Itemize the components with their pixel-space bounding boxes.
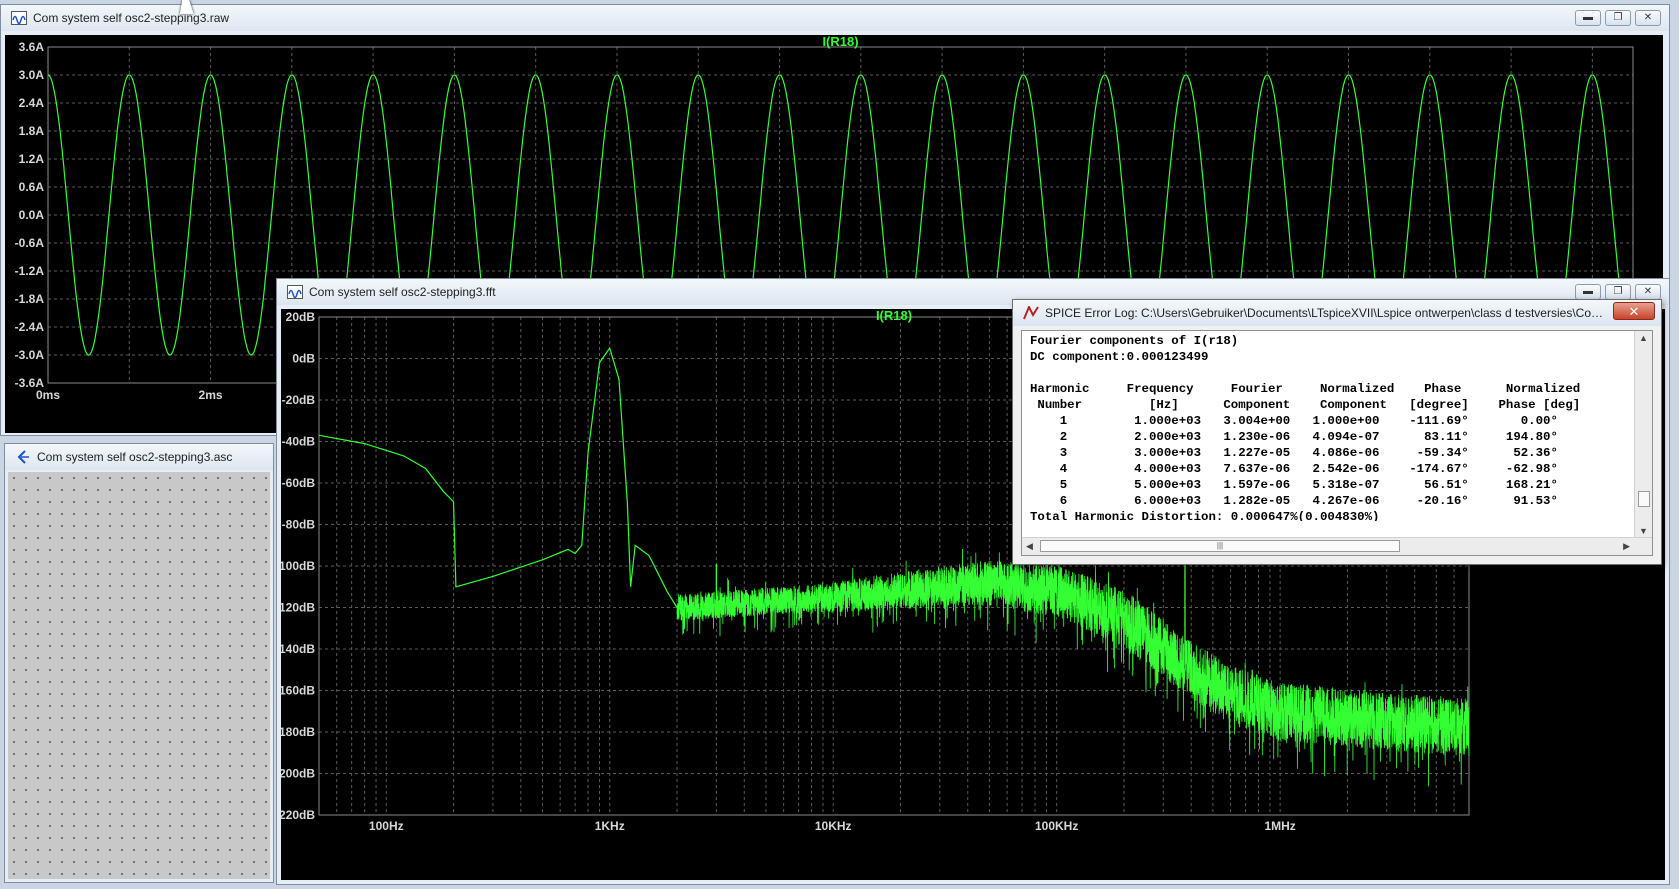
y-tick-label: -20dB [282, 393, 316, 407]
y-tick-label: -220dB [281, 808, 315, 822]
log-line: 1 1.000e+03 3.004e+00 1.000e+00 -111.69°… [1030, 414, 1558, 428]
y-tick-label: 0.6A [19, 180, 45, 194]
scroll-down-arrow-icon[interactable]: ▼ [1639, 526, 1648, 536]
error-log-titlebar[interactable]: SPICE Error Log: C:\Users\Gebruiker\Docu… [1013, 300, 1661, 326]
schematic-app-icon [17, 450, 29, 464]
y-tick-label: -1.8A [15, 292, 45, 306]
x-tick-label: 100Hz [369, 819, 404, 833]
log-line: 5 5.000e+03 1.597e-06 5.318e-07 56.51° 1… [1030, 478, 1558, 492]
y-tick-label: 0dB [292, 352, 315, 366]
y-tick-label: 3.6A [19, 40, 45, 54]
schematic-window-title: Com system self osc2-stepping3.asc [37, 450, 233, 464]
y-tick-label: 20dB [286, 310, 316, 324]
scroll-left-arrow-icon[interactable]: ◀ [1026, 541, 1033, 552]
log-line: Total Harmonic Distortion: 0.000647%(0.0… [1030, 510, 1380, 521]
log-line: 4 4.000e+03 7.637e-06 2.542e-06 -174.67°… [1030, 462, 1558, 476]
schematic-canvas[interactable] [8, 472, 270, 879]
trace-name-label: I(R18) [876, 309, 912, 323]
maximize-button[interactable]: ❐ [1605, 284, 1631, 300]
x-tick-label: 0ms [36, 388, 60, 402]
y-tick-label: -120dB [281, 601, 315, 615]
y-tick-label: -180dB [281, 725, 315, 739]
y-tick-label: -3.0A [15, 348, 45, 362]
log-line: DC component:0.000123499 [1030, 350, 1209, 364]
log-line: Number [Hz] Component Component [degree]… [1030, 398, 1581, 412]
y-tick-label: 0.0A [19, 208, 45, 222]
log-line: 2 2.000e+03 1.230e-06 4.094e-07 83.11° 1… [1030, 430, 1558, 444]
y-tick-label: -80dB [282, 518, 316, 532]
y-tick-label: -1.2A [15, 264, 45, 278]
vertical-scroll-thumb[interactable] [1638, 491, 1650, 507]
maximize-button[interactable]: ❐ [1605, 10, 1631, 26]
close-button[interactable]: ✕ [1613, 302, 1655, 320]
error-log-title: SPICE Error Log: C:\Users\Gebruiker\Docu… [1045, 306, 1605, 320]
fft-trace-low [318, 346, 678, 608]
mouse-pointer-icon [179, 0, 197, 14]
raw-window-titlebar[interactable]: Com system self osc2-stepping3.raw ▬ ❐ ✕ [1, 5, 1669, 31]
x-tick-label: 1KHz [595, 819, 625, 833]
log-line: 6 6.000e+03 1.282e-05 4.267e-06 -20.16° … [1030, 494, 1558, 508]
y-tick-label: -200dB [281, 767, 315, 781]
scroll-up-arrow-icon[interactable]: ▲ [1639, 333, 1648, 343]
schematic-window[interactable]: Com system self osc2-stepping3.asc [4, 443, 274, 883]
minimize-button[interactable]: ▬ [1575, 284, 1601, 300]
close-button[interactable]: ✕ [1635, 284, 1661, 300]
fft-window-title: Com system self osc2-stepping3.fft [309, 285, 496, 299]
log-line: Harmonic Frequency Fourier Normalized Ph… [1030, 382, 1581, 396]
x-tick-label: 100KHz [1035, 819, 1078, 833]
scroll-right-arrow-icon[interactable]: ▶ [1623, 541, 1630, 552]
log-line: 3 3.000e+03 1.227e-05 4.086e-06 -59.34° … [1030, 446, 1558, 460]
minimize-button[interactable]: ▬ [1575, 10, 1601, 26]
fft-trace-noise [676, 546, 1470, 787]
log-line: Fourier components of I(r18) [1030, 334, 1239, 348]
y-tick-label: 3.0A [19, 68, 45, 82]
horizontal-scrollbar[interactable]: ◀ ||| ▶ [1022, 537, 1652, 555]
y-tick-label: 2.4A [19, 96, 45, 110]
schematic-window-titlebar[interactable]: Com system self osc2-stepping3.asc [5, 444, 273, 470]
y-tick-label: -160dB [281, 684, 315, 698]
horizontal-scroll-thumb[interactable]: ||| [1040, 540, 1400, 552]
y-tick-label: 1.8A [19, 124, 45, 138]
y-tick-label: -100dB [281, 559, 315, 573]
trace-name-label: I(R18) [822, 35, 858, 49]
x-tick-label: 1MHz [1264, 819, 1295, 833]
y-tick-label: -140dB [281, 642, 315, 656]
vertical-scrollbar[interactable]: ▲ ▼ [1634, 331, 1652, 538]
waveform-app-icon [11, 11, 27, 25]
spice-error-log-window[interactable]: SPICE Error Log: C:\Users\Gebruiker\Docu… [1012, 299, 1662, 565]
y-tick-label: -40dB [282, 435, 316, 449]
x-tick-label: 10KHz [815, 819, 852, 833]
fourier-log-text: Fourier components of I(r18) DC componen… [1030, 333, 1628, 521]
spice-app-icon [1023, 306, 1039, 320]
y-tick-label: -2.4A [15, 320, 45, 334]
y-tick-label: -0.6A [15, 236, 45, 250]
y-tick-label: 1.2A [19, 152, 45, 166]
error-log-textbox[interactable]: Fourier components of I(r18) DC componen… [1021, 330, 1653, 556]
raw-window-title: Com system self osc2-stepping3.raw [33, 11, 230, 25]
waveform-app-icon [287, 285, 303, 299]
y-tick-label: -60dB [282, 476, 316, 490]
x-tick-label: 2ms [199, 388, 223, 402]
close-button[interactable]: ✕ [1635, 10, 1661, 26]
